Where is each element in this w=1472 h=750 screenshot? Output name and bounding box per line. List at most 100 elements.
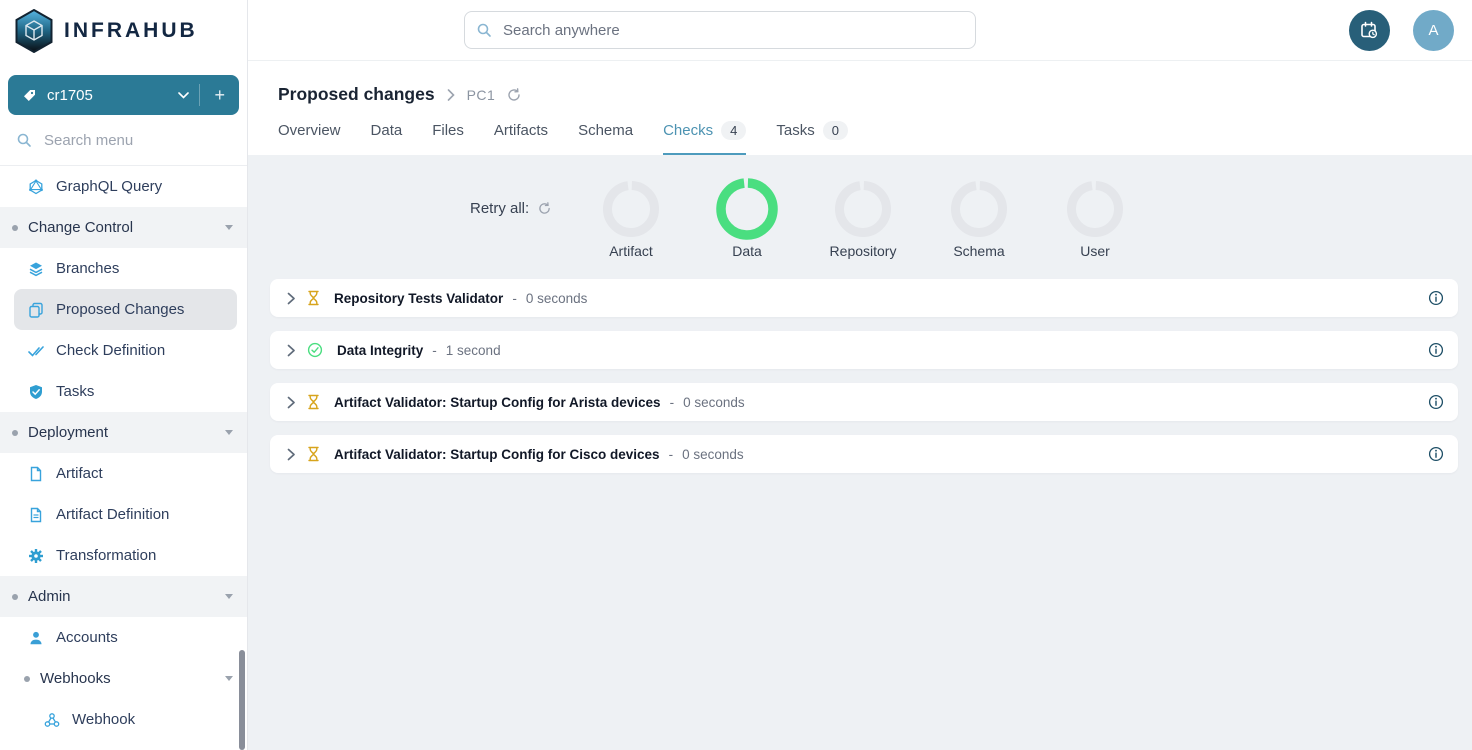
- sidebar-scrollbar[interactable]: [239, 650, 245, 750]
- validator-title: Artifact Validator: Startup Config for A…: [334, 395, 661, 410]
- main-area: A Proposed changes PC1 Overview Data Fil…: [248, 0, 1472, 750]
- tab-checks[interactable]: Checks 4: [663, 121, 746, 155]
- sidebar-search[interactable]: [0, 115, 247, 166]
- tab-tasks[interactable]: Tasks 0: [776, 121, 848, 155]
- sidebar-section-admin[interactable]: Admin: [0, 576, 247, 617]
- tab-schema[interactable]: Schema: [578, 121, 633, 155]
- sidebar-section-webhooks[interactable]: Webhooks: [0, 658, 247, 699]
- validator-list: Repository Tests Validator - 0 seconds D…: [270, 279, 1458, 473]
- breadcrumb: Proposed changes PC1: [248, 61, 1472, 105]
- collapse-triangle-icon[interactable]: [225, 225, 233, 230]
- tab-label: Schema: [578, 122, 633, 139]
- progress-ring-idle-icon[interactable]: [603, 178, 659, 240]
- tab-artifacts[interactable]: Artifacts: [494, 121, 548, 155]
- sidebar-section-change-control[interactable]: Change Control: [0, 207, 247, 248]
- ring-repository: Repository: [832, 178, 894, 259]
- global-search[interactable]: [464, 11, 976, 49]
- info-icon[interactable]: [1428, 394, 1444, 410]
- collapse-triangle-icon[interactable]: [225, 676, 233, 681]
- search-icon: [476, 22, 492, 43]
- expand-chevron-icon[interactable]: [287, 344, 296, 357]
- sidebar-item-transformation[interactable]: Transformation: [0, 535, 247, 576]
- sidebar-item-label: Branches: [56, 260, 119, 277]
- global-search-input[interactable]: [464, 11, 976, 49]
- branches-layers-icon: [28, 261, 44, 277]
- info-icon[interactable]: [1428, 342, 1444, 358]
- section-label: Change Control: [28, 219, 133, 236]
- info-icon[interactable]: [1428, 290, 1444, 306]
- tab-label: Tasks: [776, 122, 814, 139]
- sidebar-item-graphql-query[interactable]: GraphQL Query: [0, 166, 247, 207]
- sidebar-item-webhook[interactable]: Webhook: [0, 699, 247, 740]
- chevron-right-icon: [447, 89, 455, 101]
- ring-label: Data: [732, 243, 762, 259]
- collapse-triangle-icon[interactable]: [225, 430, 233, 435]
- progress-ring-idle-icon[interactable]: [951, 178, 1007, 240]
- tab-data[interactable]: Data: [371, 121, 403, 155]
- sidebar-item-label: Webhook: [72, 711, 135, 728]
- sidebar-item-proposed-changes[interactable]: Proposed Changes: [14, 289, 237, 330]
- validator-row-artifact-arista[interactable]: Artifact Validator: Startup Config for A…: [270, 383, 1458, 421]
- avatar-initial: A: [1428, 22, 1438, 39]
- menu-search-input[interactable]: [44, 132, 231, 149]
- sidebar-item-accounts[interactable]: Accounts: [0, 617, 247, 658]
- progress-ring-idle-icon[interactable]: [1067, 178, 1123, 240]
- sidebar-item-artifact-definition[interactable]: Artifact Definition: [0, 494, 247, 535]
- ring-artifact: Artifact: [600, 178, 662, 259]
- gear-icon: [28, 548, 44, 564]
- sidebar-item-check-definition[interactable]: Check Definition: [0, 330, 247, 371]
- check-circle-success-icon: [307, 342, 323, 358]
- sidebar-item-tasks[interactable]: Tasks: [0, 371, 247, 412]
- validator-duration: 0 seconds: [682, 447, 744, 462]
- refresh-icon[interactable]: [507, 88, 521, 102]
- validator-duration: 0 seconds: [683, 395, 745, 410]
- tab-files[interactable]: Files: [432, 121, 464, 155]
- branch-selector[interactable]: cr1705 +: [8, 75, 239, 115]
- retry-section: Retry all: Artifact Data: [248, 178, 1472, 259]
- validator-rings: Artifact Data Repository: [248, 178, 1472, 259]
- branch-tag-icon: [22, 88, 37, 103]
- expand-chevron-icon[interactable]: [287, 396, 296, 409]
- graphql-icon: [28, 179, 44, 195]
- validator-row-repository-tests[interactable]: Repository Tests Validator - 0 seconds: [270, 279, 1458, 317]
- bullet-icon: [12, 225, 18, 231]
- topbar-actions: A: [1349, 10, 1454, 51]
- sidebar-item-label: Tasks: [56, 383, 94, 400]
- proposed-changes-icon: [28, 302, 44, 318]
- time-travel-button[interactable]: [1349, 10, 1390, 51]
- webhook-icon: [44, 712, 60, 728]
- progress-ring-idle-icon[interactable]: [835, 178, 891, 240]
- expand-chevron-icon[interactable]: [287, 292, 296, 305]
- avatar[interactable]: A: [1413, 10, 1454, 51]
- tab-bar: Overview Data Files Artifacts Schema Che…: [248, 121, 1472, 155]
- sidebar: INFRAHUB cr1705 + GraphQL Query Change C…: [0, 0, 248, 750]
- divider: [199, 84, 200, 106]
- validator-duration: 1 second: [446, 343, 501, 358]
- separator: -: [670, 395, 675, 410]
- add-branch-button[interactable]: +: [210, 85, 229, 106]
- page-title[interactable]: Proposed changes: [278, 84, 435, 105]
- progress-ring-success-icon[interactable]: [716, 178, 778, 240]
- calendar-clock-icon: [1359, 20, 1380, 41]
- collapse-triangle-icon[interactable]: [225, 594, 233, 599]
- tab-label: Checks: [663, 122, 713, 139]
- ring-user: User: [1064, 178, 1126, 259]
- tab-label: Files: [432, 122, 464, 139]
- retry-refresh-icon[interactable]: [538, 202, 551, 215]
- expand-chevron-icon[interactable]: [287, 448, 296, 461]
- validator-title: Artifact Validator: Startup Config for C…: [334, 447, 660, 462]
- sidebar-section-deployment[interactable]: Deployment: [0, 412, 247, 453]
- info-icon[interactable]: [1428, 446, 1444, 462]
- tab-overview[interactable]: Overview: [278, 121, 341, 155]
- validator-row-data-integrity[interactable]: Data Integrity - 1 second: [270, 331, 1458, 369]
- validator-row-artifact-cisco[interactable]: Artifact Validator: Startup Config for C…: [270, 435, 1458, 473]
- sidebar-item-label: Proposed Changes: [56, 301, 184, 318]
- brand-name: INFRAHUB: [64, 19, 198, 43]
- sidebar-item-label: Accounts: [56, 629, 118, 646]
- tab-label: Data: [371, 122, 403, 139]
- sidebar-item-branches[interactable]: Branches: [0, 248, 247, 289]
- chevron-down-icon[interactable]: [178, 92, 189, 99]
- app-logo[interactable]: INFRAHUB: [0, 0, 247, 62]
- file-icon: [28, 466, 44, 482]
- sidebar-item-artifact[interactable]: Artifact: [0, 453, 247, 494]
